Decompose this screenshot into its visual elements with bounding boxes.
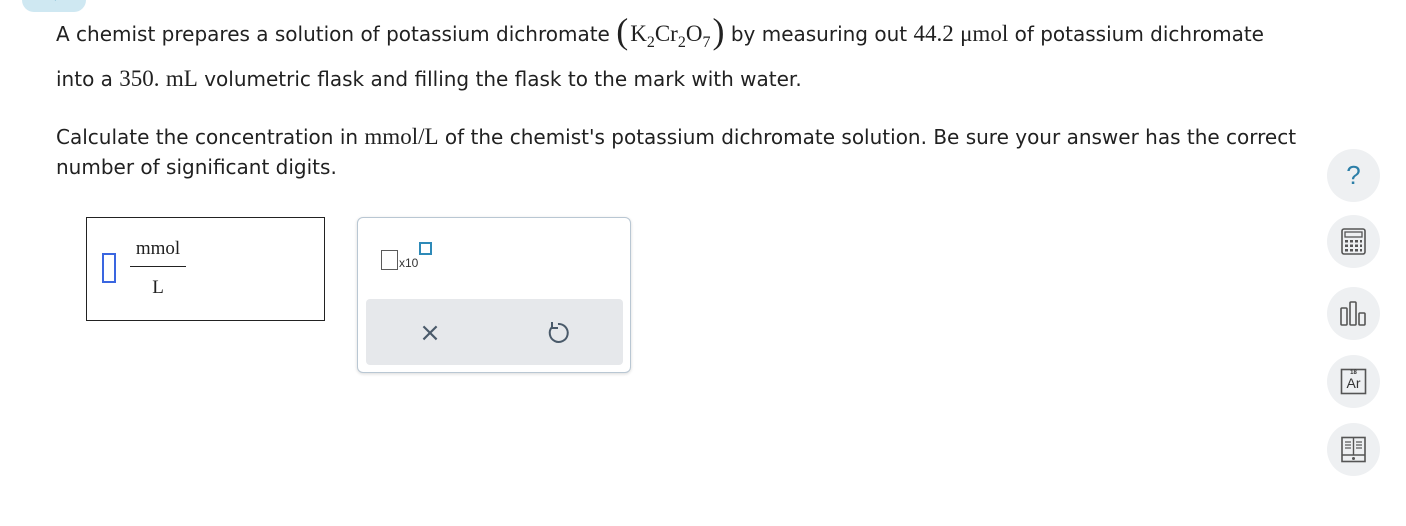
palette-action-bar: × xyxy=(366,299,623,365)
answer-input[interactable] xyxy=(102,253,116,283)
question-mark-icon: ? xyxy=(1346,160,1361,190)
undo-icon xyxy=(548,322,569,343)
exponent-box-icon xyxy=(419,242,432,255)
question-line-3: Calculate the concentration in mmol/L of… xyxy=(56,122,1296,152)
clear-button[interactable]: × xyxy=(410,313,450,353)
question-text: Calculate the concentration in xyxy=(56,125,359,149)
bar-chart-icon xyxy=(1340,301,1366,326)
question-text: volumetric flask and filling the flask t… xyxy=(204,67,802,91)
fraction-bar xyxy=(130,266,186,267)
data-chart-button[interactable] xyxy=(1327,287,1380,340)
answer-area: mmol L xyxy=(86,217,325,321)
undo-button[interactable] xyxy=(538,313,578,353)
element-symbol: Ar xyxy=(1346,375,1361,391)
chemical-formula: (K2Cr2O7) xyxy=(616,11,725,51)
periodic-table-button[interactable]: 18 Ar xyxy=(1327,355,1380,408)
question-text: number of significant digits. xyxy=(56,155,337,179)
textbook-button[interactable] xyxy=(1327,423,1380,476)
unit-numerator: mmol xyxy=(135,238,181,259)
x10-label: x10 xyxy=(399,256,419,270)
amount-unit: μmol xyxy=(960,21,1009,46)
volume-value: 350. xyxy=(119,66,160,91)
question-line-4: number of significant digits. xyxy=(56,152,337,182)
close-icon: × xyxy=(419,318,441,348)
volume-unit: mL xyxy=(165,66,198,91)
amount-value: 44.2 xyxy=(913,21,954,46)
question-line-2: into a 350. mL volumetric flask and fill… xyxy=(56,64,802,94)
concentration-unit: mmol/L xyxy=(364,124,439,149)
book-icon xyxy=(1341,436,1366,463)
calculator-icon xyxy=(1341,228,1366,255)
question-line-1: A chemist prepares a solution of potassi… xyxy=(56,11,1264,58)
question-text: by measuring out xyxy=(730,22,908,46)
question-text: of potassium dichromate xyxy=(1014,22,1264,46)
mantissa-box-icon xyxy=(381,250,398,270)
collapse-tab[interactable] xyxy=(22,0,86,12)
answer-palette: x10 × xyxy=(357,217,631,373)
chevron-down-icon xyxy=(48,0,60,1)
unit-fraction: mmol L xyxy=(130,238,186,299)
help-button[interactable]: ? xyxy=(1327,149,1380,202)
question-text: of the chemist's potassium dichromate so… xyxy=(444,125,1297,149)
unit-denominator: L xyxy=(152,277,164,298)
calculator-button[interactable] xyxy=(1327,215,1380,268)
question-text: A chemist prepares a solution of potassi… xyxy=(56,22,610,46)
scientific-notation-button[interactable]: x10 xyxy=(379,242,439,278)
question-text: into a xyxy=(56,67,113,91)
